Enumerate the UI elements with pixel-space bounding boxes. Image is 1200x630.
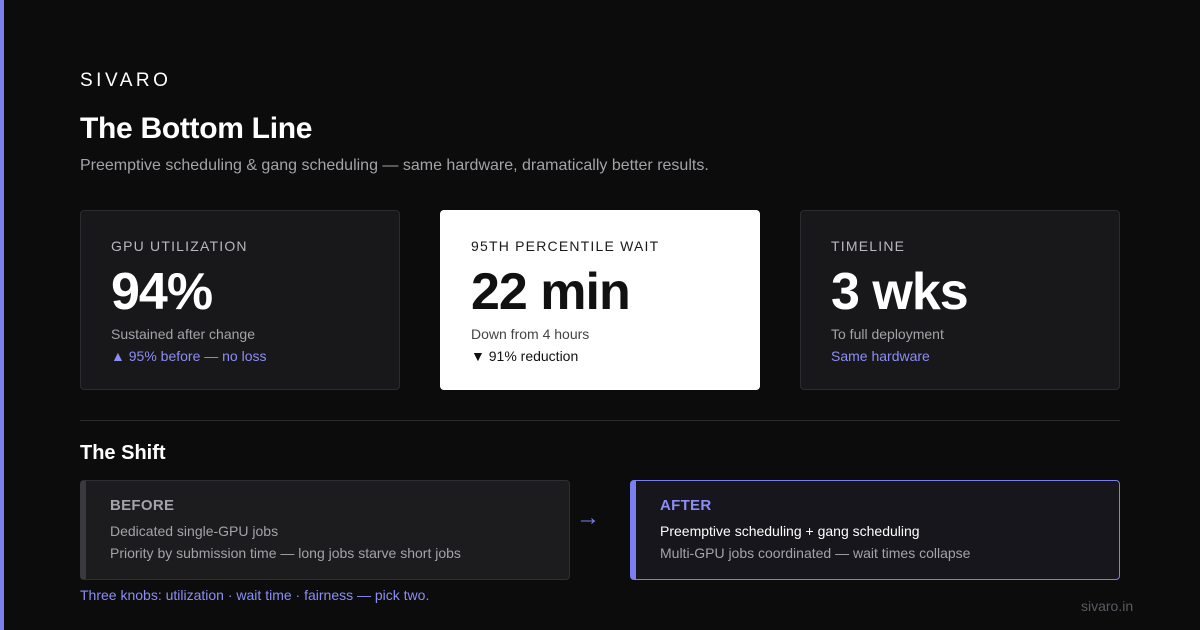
before-line: Dedicated single-GPU jobs xyxy=(110,523,279,539)
site-url: sivaro.in xyxy=(1081,598,1134,614)
metric-description: Sustained after change xyxy=(111,326,255,342)
brand-logo: SIVARO xyxy=(80,70,172,91)
section-title-shift: The Shift xyxy=(80,442,166,464)
metric-label: GPU UTILIZATION xyxy=(111,238,248,254)
before-panel: BEFORE Dedicated single-GPU jobs Priorit… xyxy=(80,480,570,580)
metric-card-gpu-utilization: GPU UTILIZATION 94% Sustained after chan… xyxy=(80,210,400,390)
metric-note: ▼ 91% reduction xyxy=(471,348,579,364)
metric-description: To full deployment xyxy=(831,326,944,342)
arrow-right-icon: → xyxy=(576,504,600,531)
metric-card-p95-wait: 95TH PERCENTILE WAIT 22 min Down from 4 … xyxy=(440,210,760,390)
footnote: Three knobs: utilization · wait time · f… xyxy=(80,587,430,603)
after-label: AFTER xyxy=(660,497,712,514)
metric-note: ▲ 95% before — no loss xyxy=(111,348,267,364)
metric-note: Same hardware xyxy=(831,348,930,364)
after-panel: AFTER Preemptive scheduling + gang sched… xyxy=(630,480,1120,580)
metric-value: 94% xyxy=(111,263,213,321)
page-title: The Bottom Line xyxy=(80,112,313,145)
page-subtitle: Preemptive scheduling & gang scheduling … xyxy=(80,157,709,174)
accent-bar xyxy=(0,0,4,630)
metric-label: TIMELINE xyxy=(831,238,906,254)
before-label: BEFORE xyxy=(110,497,175,514)
after-line: Preemptive scheduling + gang scheduling xyxy=(660,523,920,539)
metric-card-timeline: TIMELINE 3 wks To full deployment Same h… xyxy=(800,210,1120,390)
metric-label: 95TH PERCENTILE WAIT xyxy=(471,238,660,254)
after-line: Multi-GPU jobs coordinated — wait times … xyxy=(660,545,971,561)
metric-description: Down from 4 hours xyxy=(471,326,590,342)
metric-value: 22 min xyxy=(471,263,631,321)
before-line: Priority by submission time — long jobs … xyxy=(110,545,461,561)
metric-value: 3 wks xyxy=(831,263,969,321)
section-divider xyxy=(80,420,1120,421)
